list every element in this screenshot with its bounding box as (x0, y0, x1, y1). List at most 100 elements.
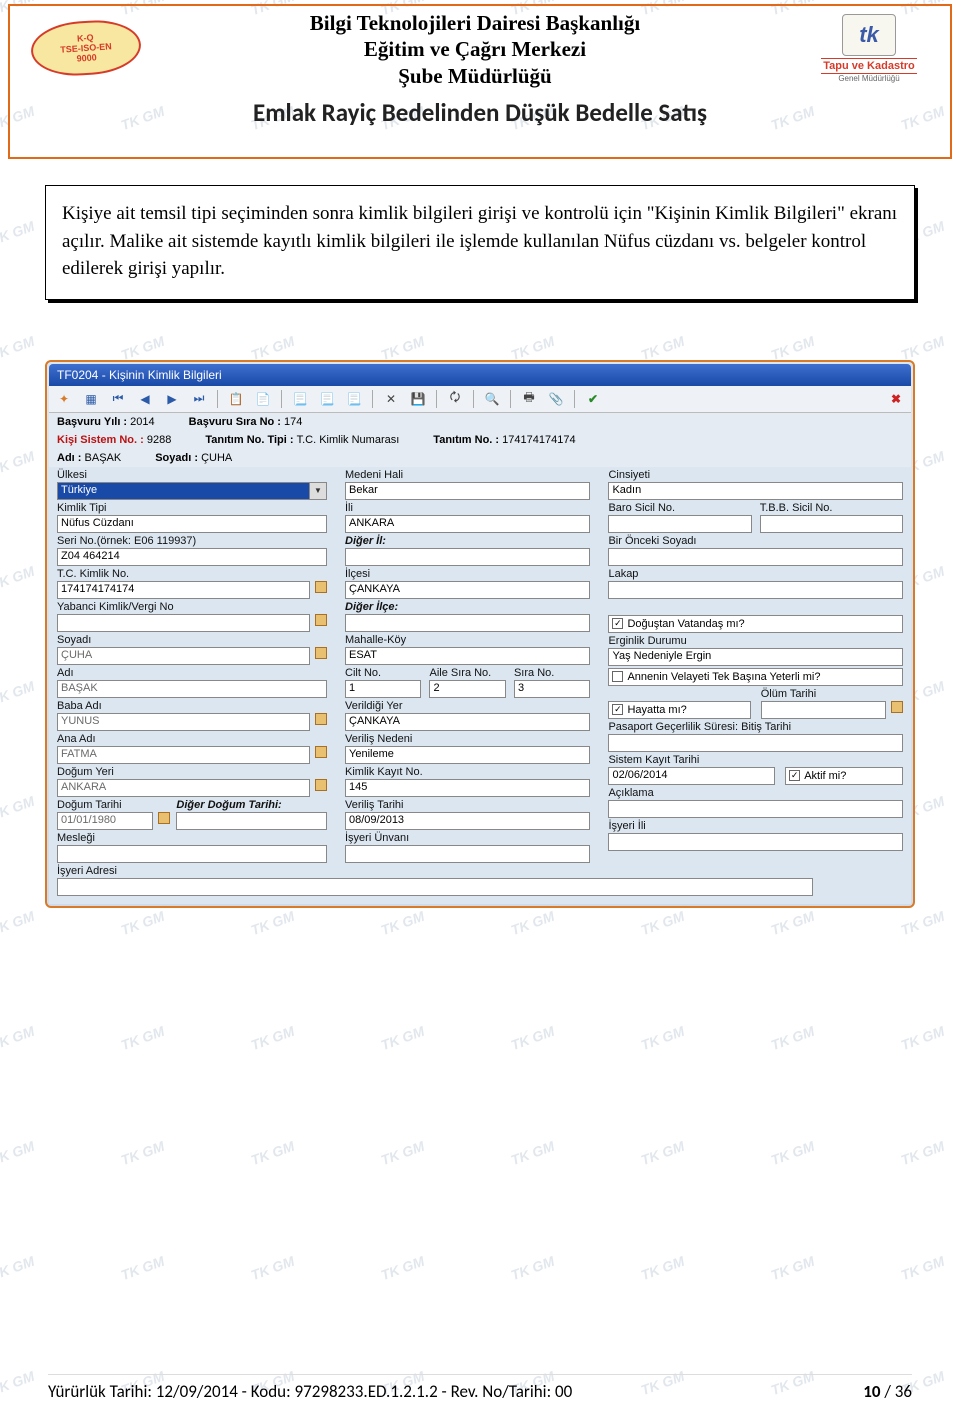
page-header-frame: K-Q TSE-ISO-EN 9000 Bilgi Teknolojileri … (8, 4, 952, 159)
nav-last-icon[interactable]: ⏭ (190, 390, 208, 408)
soyadi-label: Soyadı : (155, 452, 198, 464)
basvuru-sira-label: Başvuru Sıra No : (189, 416, 281, 428)
pasaport-label: Pasaport Geçerlilik Süresi: Bitiş Tarihi (608, 721, 903, 733)
app-window: TF0204 - Kişinin Kimlik Bilgileri ✦ ▦ ⏮ … (45, 360, 915, 908)
seri-no-field[interactable]: Z04 464214 (57, 548, 327, 566)
tanitim-no-label: Tanıtım No. : (433, 434, 499, 446)
verilis-nedeni-field[interactable]: Yenileme (345, 746, 590, 764)
doc3-icon[interactable]: 📃 (345, 390, 363, 408)
kisi-sistem-label: Kişi Sistem No. : (57, 434, 144, 446)
separator (574, 390, 575, 408)
bir-onceki-soyadi-field[interactable] (608, 548, 903, 566)
meslegi-field[interactable] (57, 845, 327, 863)
cilt-no-label: Cilt No. (345, 667, 421, 679)
dtar-cal-icon[interactable] (158, 812, 170, 824)
kimlik-kayit-field[interactable]: 145 (345, 779, 590, 797)
aktif-mi-check[interactable]: ✓Aktif mi? (785, 767, 903, 785)
mahalle-koy-field[interactable]: ESAT (345, 647, 590, 665)
adi-field[interactable]: BAŞAK (57, 680, 327, 698)
baro-sicil-field[interactable] (608, 515, 751, 533)
separator (473, 390, 474, 408)
footer-meta: Yürürlük Tarihi: 12/09/2014 - Kodu: 9729… (48, 1381, 572, 1402)
attach-icon[interactable]: 📎 (547, 390, 565, 408)
adi-label: Adı : (57, 452, 81, 464)
soyadi-value: ÇUHA (201, 452, 232, 464)
kimlik-tipi-field[interactable]: Nüfus Cüzdanı (57, 515, 327, 533)
adi-value: BAŞAK (85, 452, 122, 464)
print-icon[interactable]: 🖶 (520, 390, 538, 408)
medeni-hali-field[interactable]: Bekar (345, 482, 590, 500)
separator (372, 390, 373, 408)
org-line1: Bilgi Teknolojileri Dairesi Başkanlığı (156, 10, 794, 36)
isyeri-ili-field[interactable] (608, 833, 903, 851)
verildigi-yer-field[interactable]: ÇANKAYA (345, 713, 590, 731)
ili-field[interactable]: ANKARA (345, 515, 590, 533)
nav-next-icon[interactable]: ▶ (163, 390, 181, 408)
save-icon[interactable]: 💾 (409, 390, 427, 408)
soyadi-lookup-icon[interactable] (315, 647, 327, 659)
form-col-3: Cinsiyeti Kadın Baro Sicil No. T.B.B. Si… (608, 469, 903, 898)
soyadi-field[interactable]: ÇUHA (57, 647, 310, 665)
app-icon: ✦ (55, 390, 73, 408)
dogustan-vatandas-check[interactable]: ✓Doğuştan Vatandaş mı? (608, 615, 903, 633)
verilis-nedeni-label: Veriliş Nedeni (345, 733, 590, 745)
diger-il-field[interactable] (345, 548, 590, 566)
separator (436, 390, 437, 408)
cilt-no-field[interactable]: 1 (345, 680, 421, 698)
tbb-sicil-field[interactable] (760, 515, 903, 533)
new-icon[interactable]: 📄 (254, 390, 272, 408)
annenin-velayeti-label: Annenin Velayeti Tek Başına Yeterli mi? (627, 671, 820, 683)
hayatta-mi-check[interactable]: ✓Hayatta mı? (608, 701, 750, 719)
nav-prev-icon[interactable]: ◀ (136, 390, 154, 408)
verilis-tarihi-field[interactable]: 08/09/2013 (345, 812, 590, 830)
ana-adi-field[interactable]: FATMA (57, 746, 310, 764)
baba-adi-field[interactable]: YUNUS (57, 713, 310, 731)
cinsiyeti-field[interactable]: Kadın (608, 482, 903, 500)
separator (217, 390, 218, 408)
delete-icon[interactable]: ✕ (382, 390, 400, 408)
sira-no-field[interactable]: 3 (514, 680, 590, 698)
yabanci-lookup-icon[interactable] (315, 614, 327, 626)
ilcesi-field[interactable]: ÇANKAYA (345, 581, 590, 599)
isyeri-unvani-field[interactable] (345, 845, 590, 863)
tc-lookup-icon[interactable] (315, 581, 327, 593)
aciklama-field[interactable] (608, 800, 903, 818)
ulkesi-select[interactable]: Türkiye (57, 482, 327, 500)
sistem-kayit-field[interactable]: 02/06/2014 (608, 767, 775, 785)
pasaport-field[interactable] (608, 734, 903, 752)
annenin-velayeti-check[interactable]: Annenin Velayeti Tek Başına Yeterli mi? (608, 668, 903, 686)
tk-logo-sub: Genel Müdürlüğü (838, 74, 899, 83)
erginlik-field[interactable]: Yaş Nedeniyle Ergin (608, 648, 903, 666)
copy-icon[interactable]: 📋 (227, 390, 245, 408)
soyadi-f-label: Soyadı (57, 634, 327, 646)
doc1-icon[interactable]: 📃 (291, 390, 309, 408)
page-number: 10 / 36 (863, 1381, 912, 1402)
ana-lookup-icon[interactable] (315, 746, 327, 758)
diger-ilce-label: Diğer İlçe: (345, 601, 590, 613)
close-icon[interactable]: ✖ (887, 390, 905, 408)
dogum-tarihi-field[interactable]: 01/01/1980 (57, 812, 153, 830)
separator (510, 390, 511, 408)
olum-tarihi-field[interactable] (761, 701, 886, 719)
tanitim-tipi: T.C. Kimlik Numarası (297, 434, 400, 446)
search-icon[interactable]: 🔍 (483, 390, 501, 408)
baba-lookup-icon[interactable] (315, 713, 327, 725)
lakap-field[interactable] (608, 581, 903, 599)
yabanci-kimlik-field[interactable] (57, 614, 310, 632)
dogum-yeri-field[interactable]: ANKARA (57, 779, 310, 797)
tc-kimlik-field[interactable]: 174174174174 (57, 581, 310, 599)
tk-logo-icon: tk (842, 14, 896, 56)
refresh-icon[interactable]: 🗘 (446, 390, 464, 408)
confirm-icon[interactable]: ✔ (584, 390, 602, 408)
dogum-tarihi-label: Doğum Tarihi (57, 799, 170, 811)
olum-tarihi-label: Ölüm Tarihi (761, 688, 903, 700)
aile-sira-field[interactable]: 2 (429, 680, 505, 698)
nav-first-icon[interactable]: ⏮ (109, 390, 127, 408)
diger-dogum-tarihi-field[interactable] (176, 812, 327, 830)
diger-ilce-field[interactable] (345, 614, 590, 632)
olum-cal-icon[interactable] (891, 701, 903, 713)
dyer-lookup-icon[interactable] (315, 779, 327, 791)
grid-icon[interactable]: ▦ (82, 390, 100, 408)
doc2-icon[interactable]: 📃 (318, 390, 336, 408)
iso-bot: 9000 (76, 53, 97, 64)
